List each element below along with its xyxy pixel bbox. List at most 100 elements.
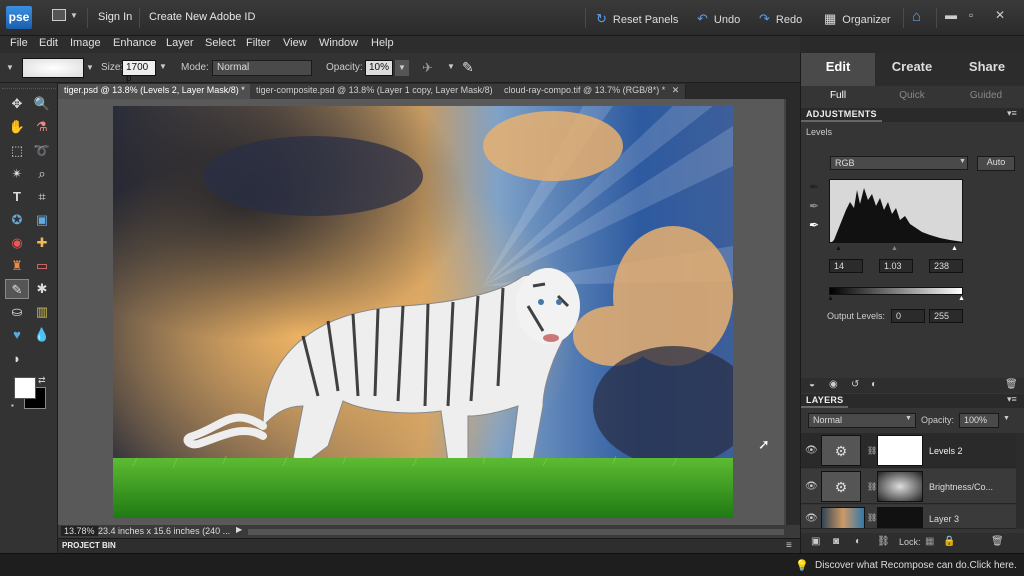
brush-picker-dropdown[interactable]: ▼: [86, 63, 94, 72]
layer-name[interactable]: Levels 2: [929, 446, 963, 456]
menu-image[interactable]: Image: [70, 37, 101, 49]
opacity-dropdown-icon[interactable]: ▼: [395, 60, 409, 76]
menu-view[interactable]: View: [283, 37, 307, 49]
gradient-tool-icon[interactable]: ▥: [32, 302, 52, 322]
menu-help[interactable]: Help: [371, 37, 394, 49]
sign-in-link[interactable]: Sign In: [98, 11, 132, 23]
workspace-icon[interactable]: [52, 9, 66, 21]
input-white-slider[interactable]: ▲: [951, 245, 958, 252]
reset-icon[interactable]: ↺: [851, 379, 859, 390]
brush-preview[interactable]: [22, 58, 84, 78]
link-icon[interactable]: ⛓: [867, 446, 877, 455]
subtab-quick[interactable]: Quick: [875, 86, 949, 106]
move-tool-icon[interactable]: ✥: [7, 94, 27, 114]
menu-enhance[interactable]: Enhance: [113, 37, 156, 49]
paint-bucket-tool-icon[interactable]: ⛀: [7, 302, 27, 322]
organizer-button[interactable]: ▦ Organizer: [824, 11, 891, 27]
layer-mask-thumbnail[interactable]: [877, 507, 923, 528]
panel-menu-icon[interactable]: ≡: [786, 540, 792, 551]
layer-row-layer-3[interactable]: 👁 ⛓ Layer 3: [801, 505, 1016, 529]
menu-edit[interactable]: Edit: [39, 37, 58, 49]
mode-select[interactable]: Normal: [212, 60, 312, 76]
brush-settings-icon[interactable]: ✎: [462, 59, 474, 76]
output-black-field[interactable]: 0: [891, 309, 925, 323]
subtab-full[interactable]: Full: [801, 86, 875, 106]
size-input[interactable]: 1700 p: [122, 60, 156, 84]
crop-tool-icon[interactable]: ⌗: [32, 187, 52, 207]
clip-layer-icon[interactable]: ◒: [809, 379, 815, 390]
hint-link[interactable]: Discover what Recompose can do.Click her…: [815, 560, 1017, 571]
swap-colors-icon[interactable]: ⇄: [38, 375, 46, 386]
tab-create[interactable]: Create: [875, 53, 949, 86]
layer-visibility-icon[interactable]: 👁: [805, 481, 818, 492]
chevron-down-icon[interactable]: ▼: [447, 62, 455, 71]
gray-point-eyedropper-icon[interactable]: ✒: [809, 199, 819, 213]
status-menu-icon[interactable]: ▶: [236, 525, 242, 534]
doc-tab-cloud-ray[interactable]: cloud-ray-compo.tif @ 13.7% (RGB/8*) * ✕: [498, 84, 687, 99]
layer-name[interactable]: Layer 3: [929, 514, 959, 524]
chevron-down-icon[interactable]: ▼: [70, 11, 78, 20]
magic-wand-tool-icon[interactable]: ✴: [7, 164, 27, 184]
foreground-color-swatch[interactable]: [14, 377, 36, 399]
layer-opacity-input[interactable]: 100%: [959, 413, 999, 428]
maximize-icon[interactable]: ▫: [969, 8, 973, 22]
quick-selection-tool-icon[interactable]: ⌕: [32, 164, 52, 184]
channel-select[interactable]: RGB: [830, 156, 968, 170]
panel-menu-icon[interactable]: ▾≡: [1007, 394, 1017, 405]
brush-tool-icon[interactable]: ✎: [5, 279, 29, 299]
visibility-icon[interactable]: ◉: [829, 379, 838, 390]
document-image[interactable]: [113, 106, 733, 518]
input-gamma-field[interactable]: 1.03: [879, 259, 913, 273]
eyedropper-tool-icon[interactable]: ⚗: [32, 117, 52, 137]
input-gamma-slider[interactable]: ▲: [891, 245, 898, 252]
layer-visibility-icon[interactable]: 👁: [805, 513, 818, 524]
layer-row-brightness-contrast[interactable]: 👁 ⚙ ⛓ Brightness/Co...: [801, 469, 1016, 504]
project-bin-label[interactable]: PROJECT BIN: [62, 541, 116, 550]
home-icon[interactable]: ⌂: [912, 8, 921, 25]
auto-button[interactable]: Auto: [977, 156, 1015, 171]
output-white-field[interactable]: 255: [929, 309, 963, 323]
chevron-down-icon[interactable]: ▼: [1003, 415, 1010, 422]
clone-stamp-tool-icon[interactable]: ♜: [7, 256, 27, 276]
menu-select[interactable]: Select: [205, 37, 236, 49]
tab-edit[interactable]: Edit: [801, 53, 875, 86]
output-black-slider[interactable]: ▲: [827, 295, 834, 302]
new-layer-icon[interactable]: ▣: [811, 536, 820, 547]
layer-visibility-icon[interactable]: 👁: [805, 445, 818, 456]
menu-layer[interactable]: Layer: [166, 37, 194, 49]
subtab-guided[interactable]: Guided: [949, 86, 1023, 106]
toolbox-grip[interactable]: [2, 83, 56, 89]
close-tab-icon[interactable]: ✕: [672, 85, 680, 95]
lock-all-icon[interactable]: 🔒: [943, 536, 955, 547]
hand-tool-icon[interactable]: ✋: [7, 117, 27, 137]
layers-scrollbar[interactable]: [1016, 433, 1024, 529]
layers-header[interactable]: LAYERS: [801, 394, 849, 408]
layer-thumbnail[interactable]: [821, 507, 865, 528]
vertical-scrollbar[interactable]: [784, 99, 786, 525]
chevron-down-icon[interactable]: ▼: [905, 415, 912, 422]
layer-mask-thumbnail[interactable]: [877, 435, 923, 466]
type-tool-icon[interactable]: T: [7, 187, 27, 207]
blur-tool-icon[interactable]: 💧: [32, 325, 52, 345]
shape-tool-icon[interactable]: ♥: [7, 325, 27, 345]
input-white-field[interactable]: 238: [929, 259, 963, 273]
menu-filter[interactable]: Filter: [246, 37, 270, 49]
zoom-tool-icon[interactable]: 🔍: [32, 94, 52, 114]
chevron-down-icon[interactable]: ▼: [959, 158, 966, 165]
sponge-tool-icon[interactable]: ◗: [7, 349, 27, 369]
canvas-area[interactable]: ➚: [58, 99, 786, 525]
menu-file[interactable]: File: [10, 37, 28, 49]
black-point-eyedropper-icon[interactable]: ✒: [809, 180, 819, 194]
lock-transparency-icon[interactable]: ▦: [925, 536, 934, 547]
lasso-tool-icon[interactable]: ➰: [32, 141, 52, 161]
trash-icon[interactable]: 🗑: [991, 536, 1004, 547]
reset-panels-button[interactable]: ↻ Reset Panels: [596, 11, 678, 27]
smart-brush-tool-icon[interactable]: ✱: [32, 279, 52, 299]
minimize-icon[interactable]: ▬: [945, 8, 957, 22]
default-colors-icon[interactable]: ▪: [11, 401, 14, 410]
healing-brush-tool-icon[interactable]: ✚: [32, 233, 52, 253]
trash-icon[interactable]: 🗑: [1005, 379, 1018, 390]
view-previous-icon[interactable]: ◐: [871, 379, 877, 390]
input-black-slider[interactable]: ▲: [835, 245, 842, 252]
input-black-field[interactable]: 14: [829, 259, 863, 273]
